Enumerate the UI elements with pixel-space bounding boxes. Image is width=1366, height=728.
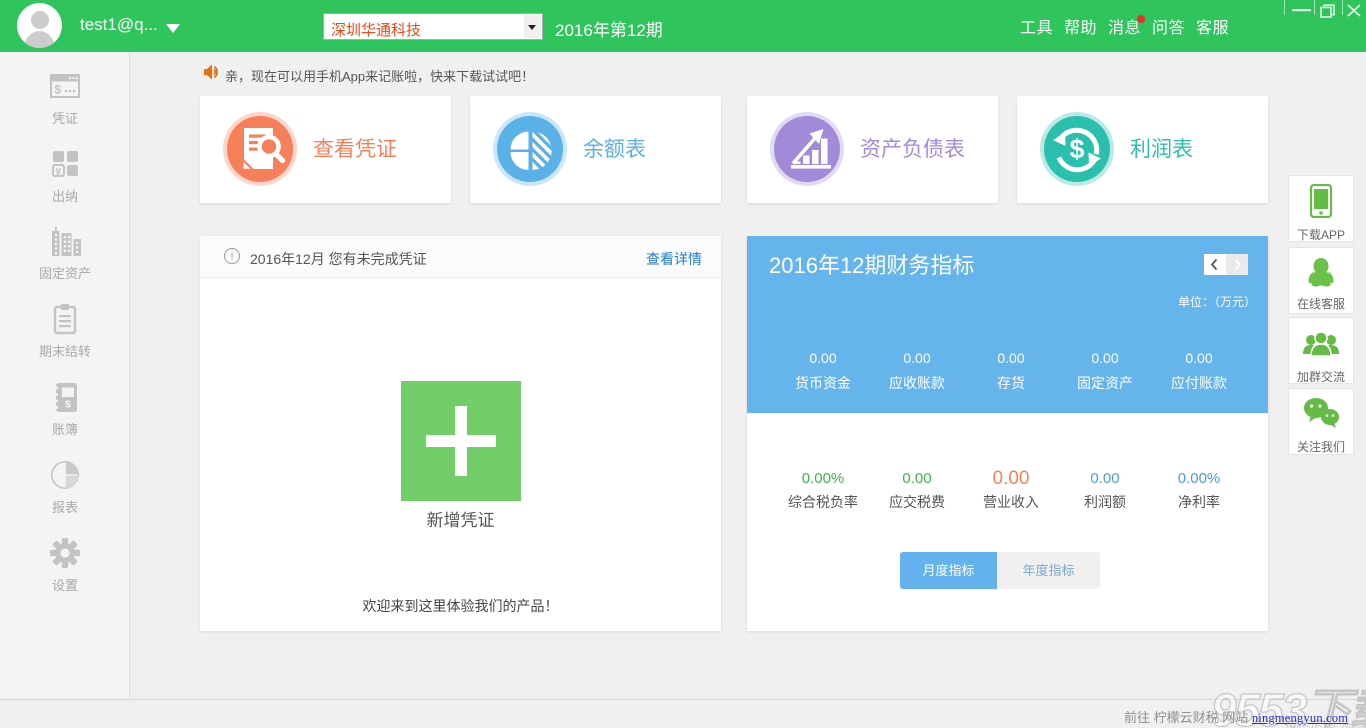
svg-text:¥: ¥ — [56, 167, 62, 178]
svg-text:$: $ — [65, 398, 71, 410]
svg-text:$: $ — [55, 83, 62, 97]
svg-text:$: $ — [1069, 134, 1084, 164]
